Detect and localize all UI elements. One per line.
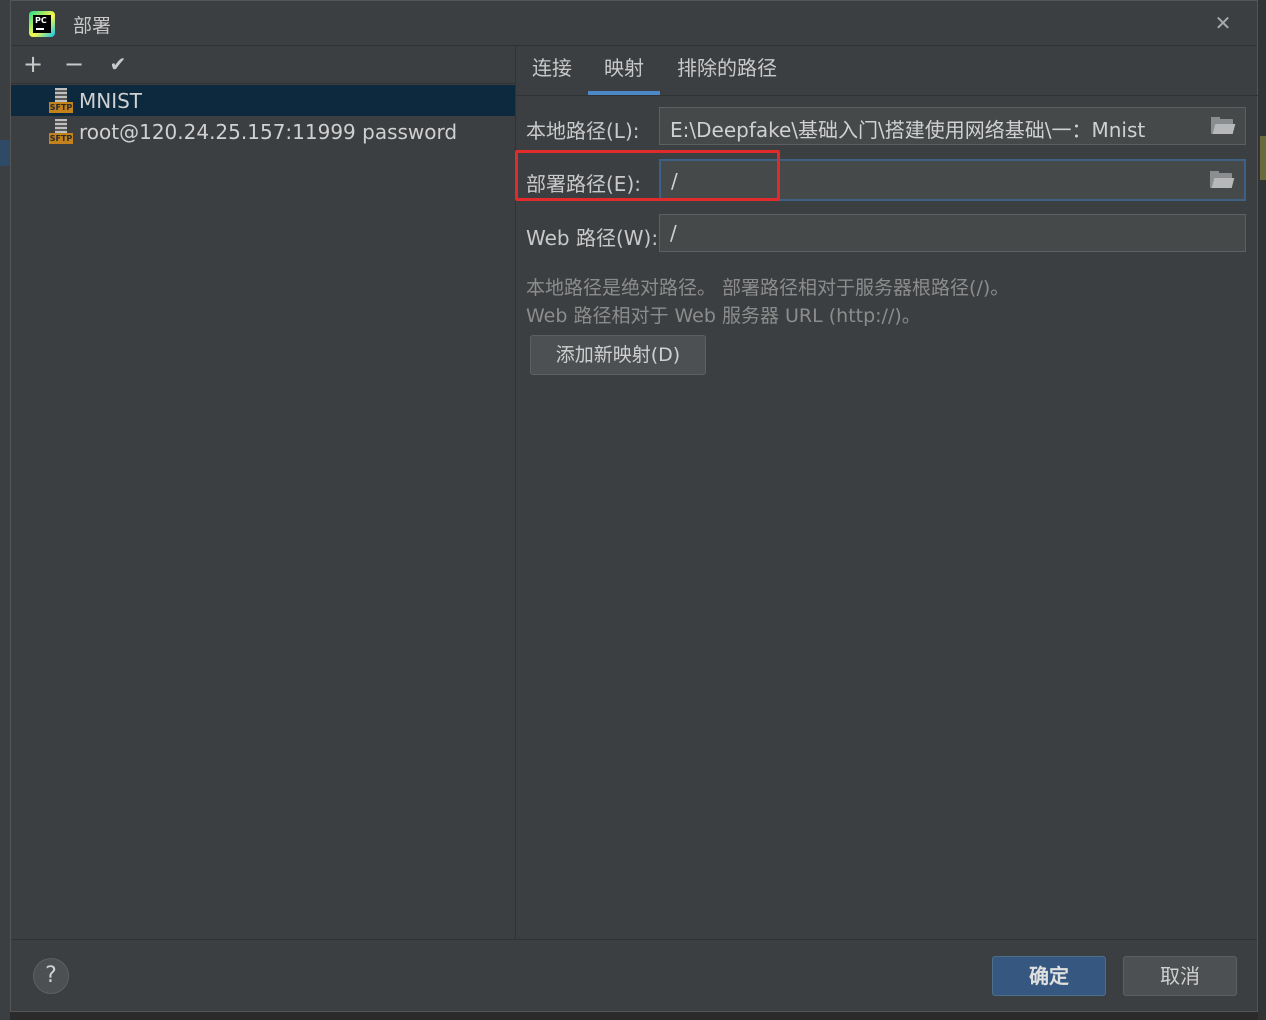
background-window-edge xyxy=(0,0,10,1020)
background-window-edge-right xyxy=(1258,0,1266,1020)
server-toolbar: + − ✔ xyxy=(11,45,515,84)
mapping-panel: 连接 映射 排除的路径 本地路径(L): E:\Deepfake\基础入门\搭建… xyxy=(516,45,1258,939)
server-list-panel: + − ✔ SFTP MNIST SFTP root@120.24.25.157… xyxy=(11,45,516,939)
deploy-path-value: / xyxy=(671,169,678,193)
background-marker xyxy=(1260,136,1266,180)
server-item-mnist[interactable]: SFTP MNIST xyxy=(11,85,515,116)
sftp-icon: SFTP xyxy=(49,88,73,114)
web-path-value: / xyxy=(670,221,677,245)
dialog-title: 部署 xyxy=(73,15,112,37)
help-button[interactable]: ? xyxy=(33,958,69,994)
set-default-server-button[interactable]: ✔ xyxy=(104,49,132,79)
local-path-value: E:\Deepfake\基础入门\搭建使用网络基础\一：Mnist xyxy=(670,118,1146,142)
local-path-field[interactable]: E:\Deepfake\基础入门\搭建使用网络基础\一：Mnist xyxy=(659,107,1246,145)
tab-mappings[interactable]: 映射 xyxy=(588,45,660,95)
title-bar[interactable]: PC 部署 ✕ xyxy=(11,1,1257,46)
deploy-path-field[interactable]: / xyxy=(659,159,1246,201)
remove-server-button[interactable]: − xyxy=(60,49,88,79)
dialog-footer: ? 确定 取消 xyxy=(11,939,1257,1012)
cancel-button[interactable]: 取消 xyxy=(1123,956,1237,996)
deploy-path-label: 部署路径(E): xyxy=(526,172,641,196)
sftp-icon: SFTP xyxy=(49,119,73,145)
server-item-label: root@120.24.25.157:11999 password xyxy=(79,120,458,144)
web-path-field[interactable]: / xyxy=(659,214,1246,252)
background-selection xyxy=(0,140,10,166)
tab-excluded-paths[interactable]: 排除的路径 xyxy=(674,45,780,95)
hint-line-2: Web 路径相对于 Web 服务器 URL (http://)。 xyxy=(526,305,921,327)
tab-bar: 连接 映射 排除的路径 xyxy=(516,45,1258,96)
web-path-label: Web 路径(W): xyxy=(526,226,659,250)
server-item-root[interactable]: SFTP root@120.24.25.157:11999 password xyxy=(11,116,515,147)
local-path-label: 本地路径(L): xyxy=(526,119,640,143)
folder-browse-icon[interactable] xyxy=(1210,171,1235,189)
pycharm-app-icon: PC xyxy=(29,11,55,37)
hint-line-1: 本地路径是绝对路径。 部署路径相对于服务器根路径(/)。 xyxy=(526,277,1010,299)
deployment-dialog: PC 部署 ✕ + − ✔ SFTP MNIST SFTP root@120.2… xyxy=(10,0,1258,1012)
close-icon[interactable]: ✕ xyxy=(1211,11,1235,35)
folder-browse-icon[interactable] xyxy=(1211,117,1236,135)
add-mapping-button[interactable]: 添加新映射(D) xyxy=(530,335,706,375)
tab-connection[interactable]: 连接 xyxy=(526,45,578,95)
server-item-label: MNIST xyxy=(79,89,143,113)
add-server-button[interactable]: + xyxy=(19,49,47,79)
ok-button[interactable]: 确定 xyxy=(992,956,1106,996)
